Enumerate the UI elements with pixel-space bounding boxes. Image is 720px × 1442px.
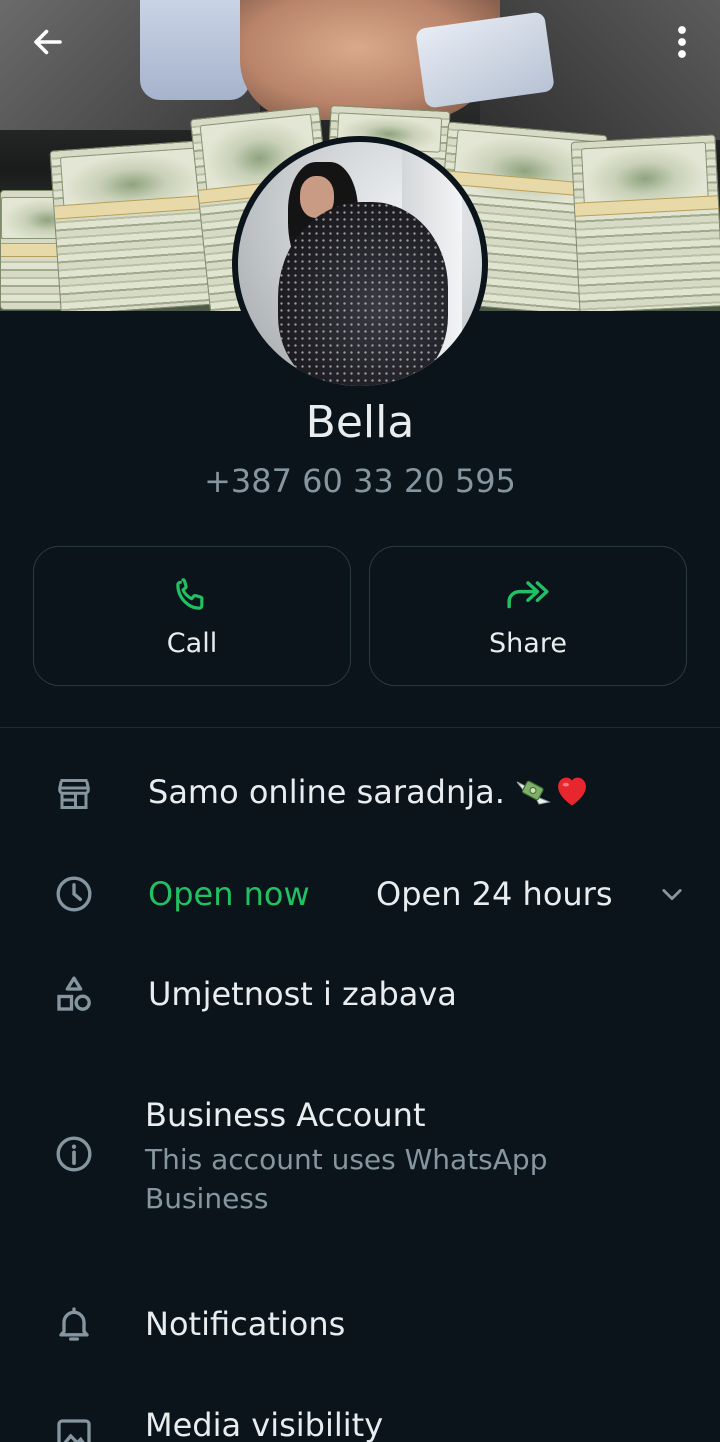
arrow-left-icon [34, 29, 62, 55]
business-description-text: Samo online saradnja. [148, 773, 505, 811]
notifications-label: Notifications [145, 1305, 346, 1343]
red-heart-emoji [553, 773, 591, 815]
business-account-row[interactable]: Business Account This account uses Whats… [0, 1096, 720, 1226]
business-category-row[interactable]: Umjetnost i zabava [0, 968, 720, 1020]
clock-icon [56, 876, 92, 912]
image-icon [57, 1419, 91, 1442]
money-with-wings-emoji [515, 774, 551, 814]
business-account-title: Business Account [145, 1096, 426, 1134]
back-button[interactable] [22, 18, 74, 66]
share-button[interactable]: Share [369, 546, 687, 686]
share-button-label: Share [489, 628, 567, 659]
business-hours-row[interactable]: Open now Open 24 hours [0, 868, 720, 920]
share-forward-icon [507, 581, 549, 609]
business-description: Samo online saradnja. [148, 773, 591, 815]
storefront-icon [58, 779, 90, 809]
call-button-label: Call [166, 628, 218, 659]
phone-icon [176, 578, 204, 610]
contact-info-screen: Bella +387 60 33 20 595 Call Share Samo … [0, 0, 720, 1442]
bell-icon [59, 1307, 89, 1341]
chevron-down-icon[interactable] [658, 880, 686, 908]
business-category: Umjetnost i zabava [148, 975, 457, 1013]
business-account-subtitle: This account uses WhatsApp Business [145, 1143, 548, 1215]
more-options-button[interactable] [668, 18, 696, 66]
profile-phone: +387 60 33 20 595 [204, 462, 516, 500]
info-icon [56, 1136, 92, 1172]
open-status: Open now [148, 875, 310, 913]
category-shapes-icon [57, 976, 91, 1011]
media-visibility-label: Media visibility [145, 1406, 384, 1442]
notifications-row[interactable]: Notifications [0, 1298, 720, 1350]
action-buttons: Call Share [33, 546, 687, 686]
call-button[interactable]: Call [33, 546, 351, 686]
media-visibility-row[interactable]: Media visibility [0, 1400, 720, 1442]
more-vertical-icon [678, 26, 686, 58]
section-divider [0, 727, 720, 728]
profile-name: Bella [305, 397, 415, 448]
hours-schedule: Open 24 hours [376, 875, 613, 913]
business-description-row[interactable]: Samo online saradnja. [0, 768, 720, 820]
profile-avatar[interactable] [232, 136, 488, 392]
